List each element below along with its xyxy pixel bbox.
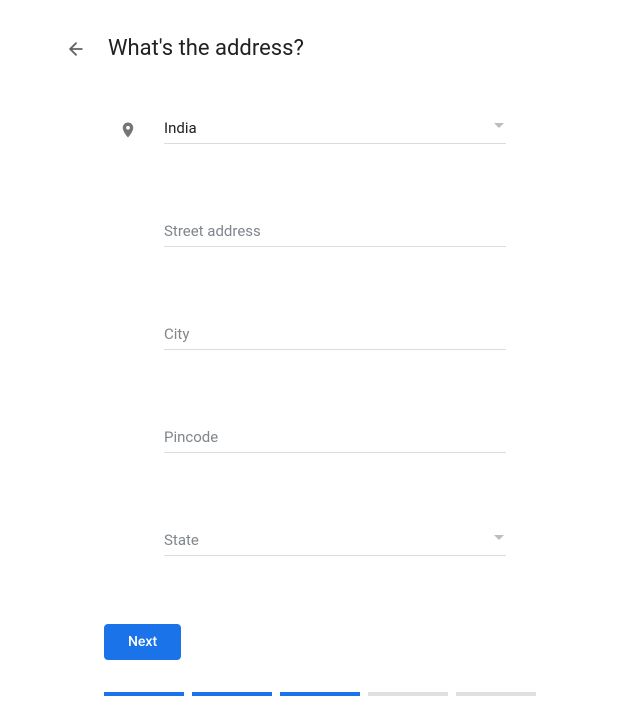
progress-segment <box>104 692 184 696</box>
progress-segment <box>280 692 360 696</box>
state-select[interactable]: State <box>164 525 506 556</box>
next-button[interactable]: Next <box>104 624 181 660</box>
street-address-input[interactable] <box>164 216 506 247</box>
city-input[interactable] <box>164 319 506 350</box>
page-header: What's the address? <box>64 36 574 61</box>
country-value: India <box>164 113 506 144</box>
progress-segment <box>192 692 272 696</box>
state-placeholder: State <box>164 525 506 556</box>
country-select[interactable]: India <box>164 113 506 144</box>
chevron-down-icon <box>494 123 504 129</box>
location-pin-icon <box>119 119 137 141</box>
pincode-input[interactable] <box>164 422 506 453</box>
progress-bar <box>64 692 574 696</box>
arrow-left-icon <box>66 39 86 59</box>
chevron-down-icon <box>494 535 504 541</box>
page-title: What's the address? <box>108 36 304 61</box>
back-button[interactable] <box>64 37 88 61</box>
progress-segment <box>368 692 448 696</box>
progress-segment <box>456 692 536 696</box>
